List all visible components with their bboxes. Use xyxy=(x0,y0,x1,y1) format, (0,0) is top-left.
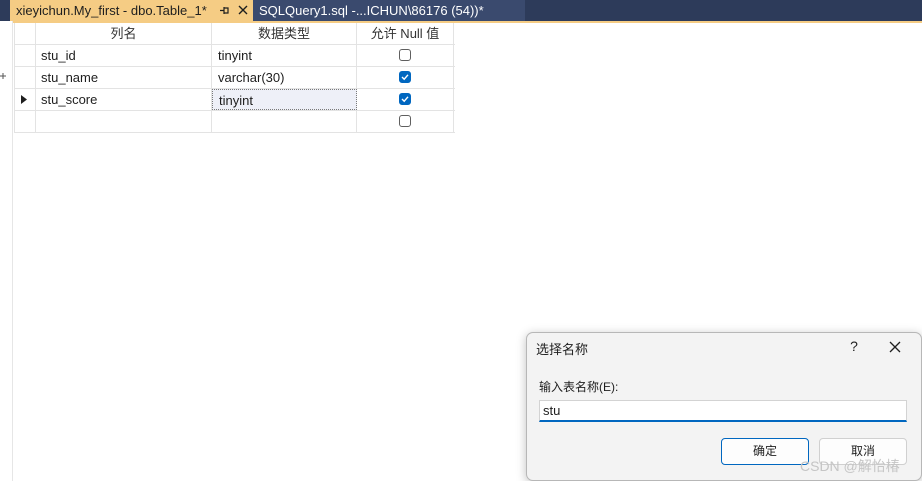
data-type-cell[interactable]: varchar(30) xyxy=(212,67,357,88)
close-icon[interactable] xyxy=(237,4,249,16)
allow-null-cell xyxy=(357,111,454,132)
tab-sql-query[interactable]: SQLQuery1.sql -...ICHUN\86176 (54))* xyxy=(253,0,525,21)
allow-null-checkbox[interactable] xyxy=(399,93,411,105)
allow-null-cell xyxy=(357,89,454,110)
allow-null-cell xyxy=(357,67,454,88)
checkmark-icon xyxy=(401,96,409,103)
tab-table-designer[interactable]: xieyichun.My_first - dbo.Table_1* xyxy=(10,0,253,21)
plus-icon xyxy=(0,73,6,79)
allow-null-checkbox[interactable] xyxy=(399,71,411,83)
header-column-name: 列名 xyxy=(36,23,212,44)
row-selector[interactable] xyxy=(15,45,36,66)
watermark: CSDN @解怡椿 xyxy=(800,458,900,474)
tab-title: SQLQuery1.sql -...ICHUN\86176 (54))* xyxy=(259,3,484,18)
row-selector[interactable] xyxy=(15,111,36,132)
checkmark-icon xyxy=(401,74,409,81)
column-name-cell[interactable]: stu_name xyxy=(36,67,212,88)
grid-header-row: 列名 数据类型 允许 Null 值 xyxy=(15,23,455,45)
help-button[interactable]: ? xyxy=(844,336,864,356)
column-name-cell[interactable]: stu_id xyxy=(36,45,212,66)
table-row[interactable]: stu_name varchar(30) xyxy=(15,67,455,89)
allow-null-checkbox[interactable] xyxy=(399,49,411,61)
close-icon[interactable] xyxy=(885,337,905,357)
left-tool-strip xyxy=(0,21,13,481)
table-name-label: 输入表名称(E): xyxy=(539,380,619,394)
header-data-type: 数据类型 xyxy=(212,23,357,44)
table-row[interactable]: stu_id tinyint xyxy=(15,45,455,67)
column-design-grid: 列名 数据类型 允许 Null 值 stu_id tinyint stu_nam… xyxy=(14,23,455,133)
data-type-cell[interactable] xyxy=(212,111,357,132)
data-type-cell[interactable]: tinyint xyxy=(212,89,357,110)
allow-null-cell xyxy=(357,45,454,66)
row-selector[interactable] xyxy=(15,67,36,88)
table-row[interactable]: stu_score tinyint xyxy=(15,89,455,111)
allow-null-checkbox[interactable] xyxy=(399,115,411,127)
document-tab-strip: xieyichun.My_first - dbo.Table_1* SQLQue… xyxy=(0,0,922,23)
table-name-input[interactable] xyxy=(539,400,907,422)
row-selector[interactable] xyxy=(15,89,36,110)
column-name-cell[interactable] xyxy=(36,111,212,132)
data-type-cell[interactable]: tinyint xyxy=(212,45,357,66)
pin-icon[interactable] xyxy=(219,5,230,16)
column-name-cell[interactable]: stu_score xyxy=(36,89,212,110)
ok-button[interactable]: 确定 xyxy=(721,438,809,465)
table-row[interactable] xyxy=(15,111,455,133)
current-row-arrow-icon xyxy=(21,95,27,104)
tab-title: xieyichun.My_first - dbo.Table_1* xyxy=(16,3,207,18)
row-selector-header xyxy=(15,23,36,44)
header-allow-null: 允许 Null 值 xyxy=(357,23,454,44)
dialog-title: 选择名称 xyxy=(536,342,589,357)
